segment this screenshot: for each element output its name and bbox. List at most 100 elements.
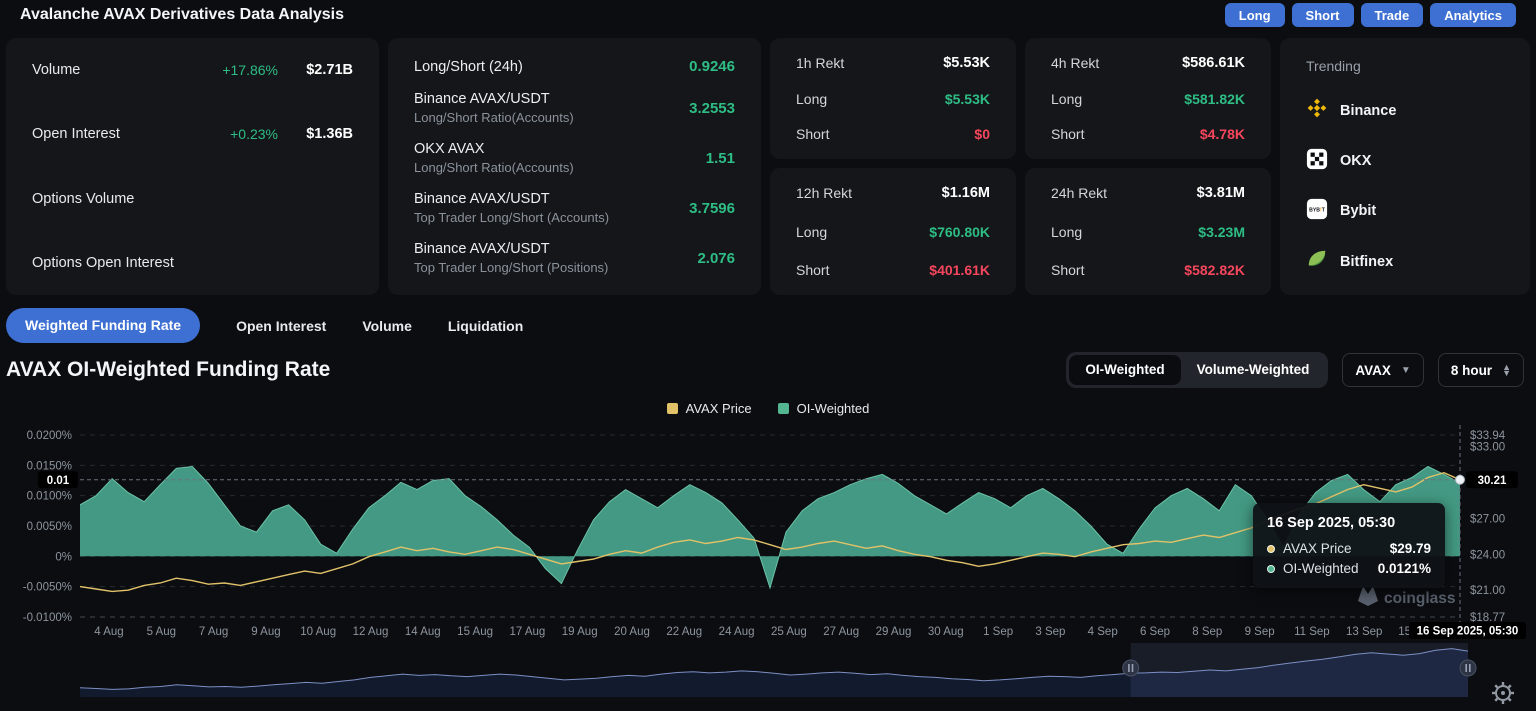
- ratio-value: 0.9246: [689, 58, 735, 75]
- rekt-short-row: Short$0: [796, 126, 990, 142]
- stat-value: $2.71B: [278, 62, 353, 78]
- legend-label: OI-Weighted: [797, 401, 870, 416]
- tab-weighted-funding-rate[interactable]: Weighted Funding Rate: [6, 308, 200, 343]
- rekt-short-label: Short: [1051, 262, 1084, 278]
- trade-button[interactable]: Trade: [1361, 3, 1424, 27]
- oi-weighted-dot-icon: [1267, 565, 1275, 573]
- x-axis-tick: 7 Aug: [199, 626, 228, 638]
- rekt-total-row: 24h Rekt$3.81M: [1051, 185, 1245, 201]
- binance-icon: [1306, 97, 1328, 124]
- ratio-labels: OKX AVAX Long/Short Ratio(Accounts): [414, 141, 574, 175]
- rekt-card: 12h Rekt$1.16MLong$760.80KShort$401.61K: [770, 168, 1016, 295]
- left-axis-tick: -0.0100%: [23, 612, 72, 624]
- stat-row: Volume+17.86%$2.71B: [32, 62, 353, 78]
- tab-liquidation[interactable]: Liquidation: [448, 318, 523, 334]
- x-axis-tick: 9 Sep: [1245, 626, 1275, 638]
- ratio-labels: Long/Short (24h): [414, 59, 523, 75]
- rekt-short-row: Short $582.82K: [1051, 262, 1245, 278]
- trending-item-bitfinex[interactable]: Bitfinex: [1306, 248, 1504, 275]
- exchange-name: Binance: [1340, 103, 1396, 119]
- rekt-total: $1.16M: [942, 185, 990, 201]
- x-axis-tick: 22 Aug: [666, 626, 702, 638]
- tooltip-label: OI-Weighted: [1283, 561, 1359, 576]
- symbol-select-value: AVAX: [1355, 363, 1391, 378]
- stat-label: Volume: [32, 62, 188, 78]
- rekt-card: 4h Rekt$586.61KLong$581.82KShort$4.78K: [1025, 38, 1271, 159]
- right-axis-tick: $24.00: [1470, 549, 1505, 561]
- ratio-subtitle: Top Trader Long/Short (Accounts): [414, 210, 609, 225]
- stat-label: Options Open Interest: [32, 255, 188, 271]
- rekt-total: $3.81M: [1197, 185, 1245, 201]
- page-title: Avalanche AVAX Derivatives Data Analysis: [20, 6, 344, 24]
- ratio-title: Binance AVAX/USDT: [414, 91, 574, 107]
- chart-controls: OI-WeightedVolume-Weighted AVAX ▼ 8 hour…: [1066, 352, 1524, 388]
- tab-open-interest[interactable]: Open Interest: [236, 318, 326, 334]
- right-axis-tick: $21.00: [1470, 585, 1505, 597]
- symbol-select[interactable]: AVAX ▼: [1342, 353, 1423, 387]
- right-axis-tick: $33.94: [1470, 430, 1506, 442]
- legend-item-oi-weighted[interactable]: OI-Weighted: [778, 401, 870, 416]
- chart-navigator[interactable]: [80, 643, 1476, 697]
- long-button[interactable]: Long: [1225, 3, 1285, 27]
- rekt-long-row: Long$581.82K: [1051, 91, 1245, 107]
- ratio-title: OKX AVAX: [414, 141, 574, 157]
- ratio-title: Binance AVAX/USDT: [414, 241, 608, 257]
- ratio-subtitle: Top Trader Long/Short (Positions): [414, 260, 608, 275]
- rekt-total: $5.53K: [943, 55, 990, 71]
- x-axis-tick: 29 Aug: [876, 626, 912, 638]
- chevron-down-icon: ▼: [1401, 365, 1411, 376]
- short-button[interactable]: Short: [1292, 3, 1354, 27]
- x-axis-tick: 24 Aug: [719, 626, 755, 638]
- rekt-short-value: $582.82K: [1184, 262, 1245, 278]
- toggle-oi-weighted[interactable]: OI-Weighted: [1069, 355, 1180, 385]
- ratio-value: 3.2553: [689, 100, 735, 117]
- rekt-long-value: $3.23M: [1198, 224, 1245, 240]
- trending-item-bybit[interactable]: BYB!TBybit: [1306, 198, 1504, 225]
- rekt-card: 24h Rekt$3.81M Long $3.23M Short $582.82K: [1025, 168, 1271, 295]
- x-axis-tick: 19 Aug: [562, 626, 598, 638]
- ratio-subtitle: Long/Short Ratio(Accounts): [414, 160, 574, 175]
- tooltip-value: 0.0121%: [1378, 561, 1431, 576]
- stat-row: Open Interest+0.23%$1.36B: [32, 126, 353, 142]
- interval-select[interactable]: 8 hour ▲▼: [1438, 353, 1524, 387]
- bybit-icon: BYB!T: [1306, 198, 1328, 225]
- rekt-long-row: Long $3.23M: [1051, 224, 1245, 240]
- ratio-row: OKX AVAXLong/Short Ratio(Accounts)1.51: [414, 141, 735, 175]
- rekt-long-label: Long: [1051, 224, 1082, 240]
- funding-rate-chart[interactable]: AVAX Price OI-Weighted 0.0200%0.0150%0.0…: [0, 395, 1536, 711]
- navigator-handle-left[interactable]: [1123, 660, 1139, 676]
- legend-item-avax-price[interactable]: AVAX Price: [667, 401, 752, 416]
- stat-value: $1.36B: [278, 126, 353, 142]
- rekt-short-value: $0: [974, 126, 990, 142]
- trending-item-okx[interactable]: OKX: [1306, 148, 1504, 175]
- stat-row: Options Volume: [32, 191, 353, 207]
- left-crosshair-badge: 0.01: [47, 475, 70, 487]
- left-axis-tick: 0.0050%: [27, 521, 72, 533]
- x-axis-tick: 10 Aug: [300, 626, 336, 638]
- ratio-value: 3.7596: [689, 200, 735, 217]
- ratio-title: Long/Short (24h): [414, 59, 523, 75]
- navigator-handle-right[interactable]: [1460, 660, 1476, 676]
- stats-cards: Volume+17.86%$2.71B Open Interest+0.23%$1…: [6, 38, 1530, 295]
- chart-header: AVAX OI-Weighted Funding Rate OI-Weighte…: [6, 350, 1524, 390]
- chart-tabs: Weighted Funding Rate Open Interest Volume…: [6, 308, 1530, 343]
- rekt-total-row: 4h Rekt$586.61K: [1051, 55, 1245, 71]
- analytics-button[interactable]: Analytics: [1430, 3, 1516, 27]
- x-axis-tick: 11 Sep: [1294, 626, 1330, 638]
- svg-text:coinglass: coinglass: [1384, 590, 1456, 607]
- tooltip-date: 16 Sep 2025, 05:30: [1267, 515, 1431, 531]
- toggle-volume-weighted[interactable]: Volume-Weighted: [1181, 355, 1326, 385]
- weight-toggle: OI-WeightedVolume-Weighted: [1066, 352, 1328, 388]
- navigator-selection[interactable]: [1131, 643, 1468, 697]
- tooltip-row: OI-Weighted 0.0121%: [1267, 561, 1431, 576]
- svg-text:BYB!T: BYB!T: [1309, 207, 1326, 213]
- rekt-total: $586.61K: [1182, 55, 1245, 71]
- trending-title: Trending: [1306, 58, 1504, 74]
- crosshair-marker: [1456, 475, 1465, 484]
- trending-item-binance[interactable]: Binance: [1306, 97, 1504, 124]
- chart-settings-gear-icon[interactable]: [1492, 682, 1514, 704]
- right-axis-tick: $33.00: [1470, 441, 1505, 453]
- tab-volume[interactable]: Volume: [362, 318, 412, 334]
- tooltip-row: AVAX Price $29.79: [1267, 541, 1431, 556]
- coinglass-watermark: coinglass: [1358, 586, 1456, 607]
